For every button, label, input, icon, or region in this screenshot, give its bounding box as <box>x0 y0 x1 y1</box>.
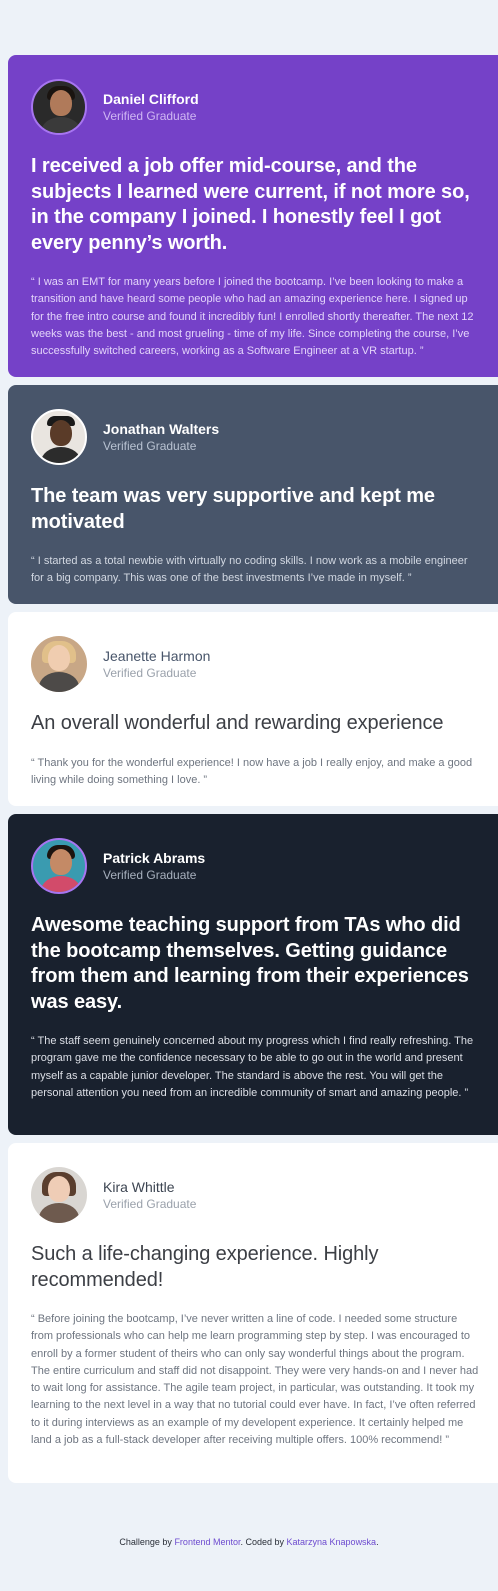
author-role: Verified Graduate <box>103 867 197 882</box>
testimonial-quote: “ The staff seem genuinely concerned abo… <box>31 1035 474 1099</box>
attribution-suffix: . <box>376 1537 379 1547</box>
author-link[interactable]: Katarzyna Knapowska <box>287 1537 377 1547</box>
author-name: Jonathan Walters <box>103 420 220 437</box>
testimonial-card-patrick: Patrick Abrams Verified Graduate Awesome… <box>8 814 498 1135</box>
author-role: Verified Graduate <box>103 438 197 453</box>
attribution: Challenge by Frontend Mentor. Coded by K… <box>0 1537 498 1547</box>
avatar <box>31 636 87 692</box>
author: Jeanette Harmon Verified Graduate <box>31 636 482 692</box>
testimonial-card-jeanette: Jeanette Harmon Verified Graduate An ove… <box>8 612 498 806</box>
testimonial-headline: An overall wonderful and rewarding exper… <box>31 712 444 734</box>
attribution-prefix: Challenge by <box>119 1537 175 1547</box>
testimonial-headline: I received a job offer mid-course, and t… <box>31 155 470 254</box>
author-role: Verified Graduate <box>103 665 197 680</box>
author: Jonathan Walters Verified Graduate <box>31 409 482 465</box>
attribution-middle: . Coded by <box>240 1537 287 1547</box>
author-name: Jeanette Harmon <box>103 647 211 664</box>
author: Daniel Clifford Verified Graduate <box>31 79 482 135</box>
testimonial-quote: “ I was an EMT for many years before I j… <box>31 276 474 358</box>
testimonial-quote: “ I started as a total newbie with virtu… <box>31 555 468 585</box>
author-role: Verified Graduate <box>103 1196 197 1211</box>
testimonial-headline: The team was very supportive and kept me… <box>31 485 435 533</box>
author-name: Patrick Abrams <box>103 849 206 866</box>
testimonial-quote: “ Thank you for the wonderful experience… <box>31 756 473 786</box>
testimonial-quote: “ Before joining the bootcamp, I’ve neve… <box>31 1313 479 1447</box>
testimonial-card-jonathan: Jonathan Walters Verified Graduate The t… <box>8 385 498 604</box>
testimonial-headline: Awesome teaching support from TAs who di… <box>31 914 469 1013</box>
author: Patrick Abrams Verified Graduate <box>31 838 482 894</box>
avatar <box>31 838 87 894</box>
testimonial-card-daniel: Daniel Clifford Verified Graduate I rece… <box>8 55 498 377</box>
testimonial-headline: Such a life-changing experience. Highly … <box>31 1243 379 1291</box>
avatar <box>31 1167 87 1223</box>
avatar <box>31 79 87 135</box>
author-role: Verified Graduate <box>103 108 197 123</box>
avatar <box>31 409 87 465</box>
author-name: Daniel Clifford <box>103 90 199 107</box>
author-name: Kira Whittle <box>103 1178 175 1195</box>
testimonial-card-kira: Kira Whittle Verified Graduate Such a li… <box>8 1143 498 1483</box>
frontend-mentor-link[interactable]: Frontend Mentor <box>174 1537 240 1547</box>
author: Kira Whittle Verified Graduate <box>31 1167 482 1223</box>
